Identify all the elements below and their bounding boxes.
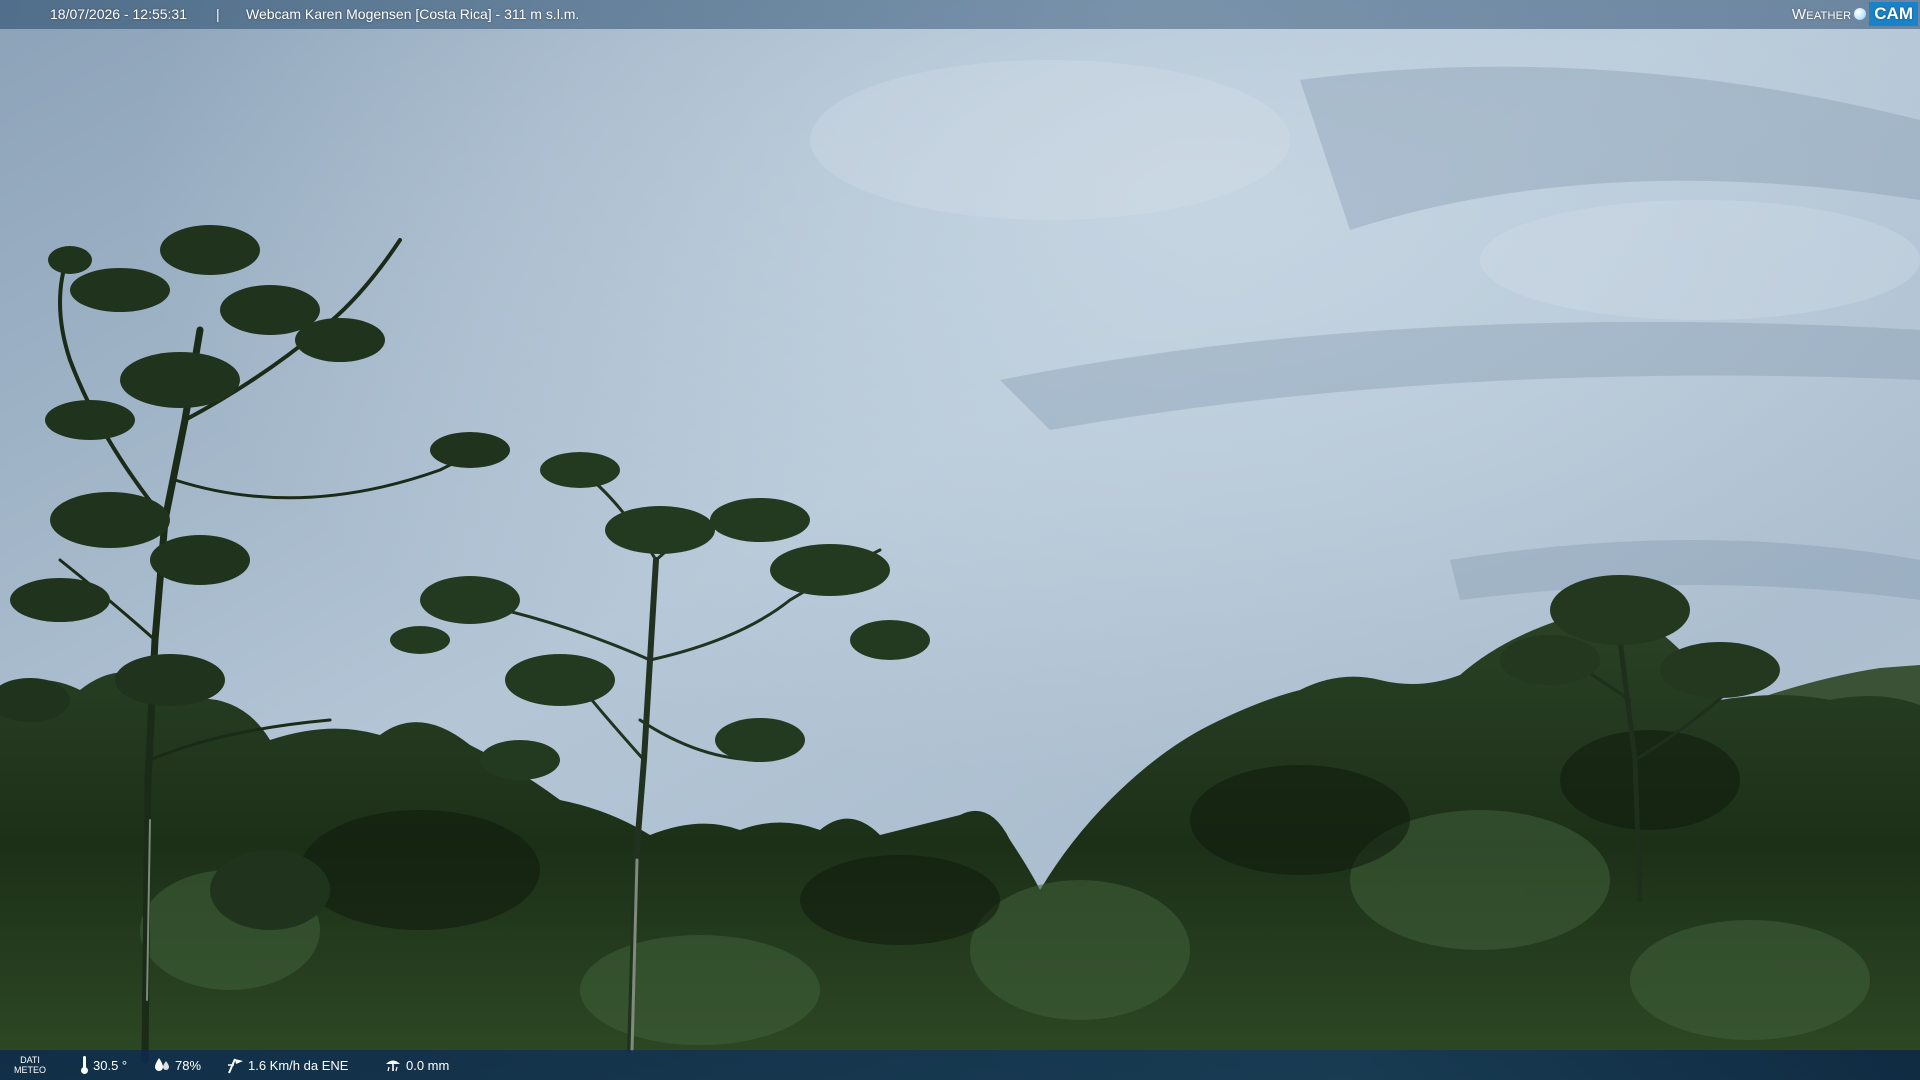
webcam-scene bbox=[0, 0, 1920, 1080]
rain-value: 0.0 mm bbox=[406, 1057, 450, 1073]
weather-data-bar: DATI METEO 30.5 ° 78% 1.6 Km/h da ENE 0.… bbox=[0, 1050, 1920, 1080]
dati-label-line1: DATI bbox=[20, 1055, 40, 1065]
wind-value: 1.6 Km/h da ENE bbox=[248, 1057, 349, 1073]
dati-label-line2: METEO bbox=[14, 1065, 47, 1075]
logo-cam-text: CAM bbox=[1869, 2, 1918, 26]
weathercam-dot-icon bbox=[1854, 8, 1867, 20]
humidity-drops-icon bbox=[153, 1056, 171, 1074]
temperature-reading: 30.5 ° bbox=[80, 1050, 127, 1080]
logo-weather-text: Weather bbox=[1791, 5, 1852, 23]
humidity-reading: 78% bbox=[153, 1050, 201, 1080]
wind-vane-icon bbox=[226, 1056, 244, 1074]
top-info-bar: 18/07/2026 - 12:55:31 | Webcam Karen Mog… bbox=[0, 0, 1920, 29]
timestamp: 18/07/2026 - 12:55:31 bbox=[50, 6, 188, 22]
temperature-value: 30.5 ° bbox=[93, 1057, 128, 1073]
rain-gauge-icon bbox=[384, 1056, 402, 1074]
webcam-frame: 18/07/2026 - 12:55:31 | Webcam Karen Mog… bbox=[0, 0, 1920, 1080]
wind-reading: 1.6 Km/h da ENE bbox=[226, 1050, 348, 1080]
weathercam-logo: Weather CAM bbox=[1792, 2, 1918, 26]
thermometer-icon bbox=[80, 1055, 89, 1075]
webcam-location: Webcam Karen Mogensen [Costa Rica] - 311… bbox=[246, 6, 580, 22]
separator: | bbox=[216, 6, 220, 22]
dati-meteo-label: DATI METEO bbox=[14, 1050, 46, 1080]
rain-reading: 0.0 mm bbox=[384, 1050, 449, 1080]
humidity-value: 78% bbox=[175, 1057, 202, 1073]
